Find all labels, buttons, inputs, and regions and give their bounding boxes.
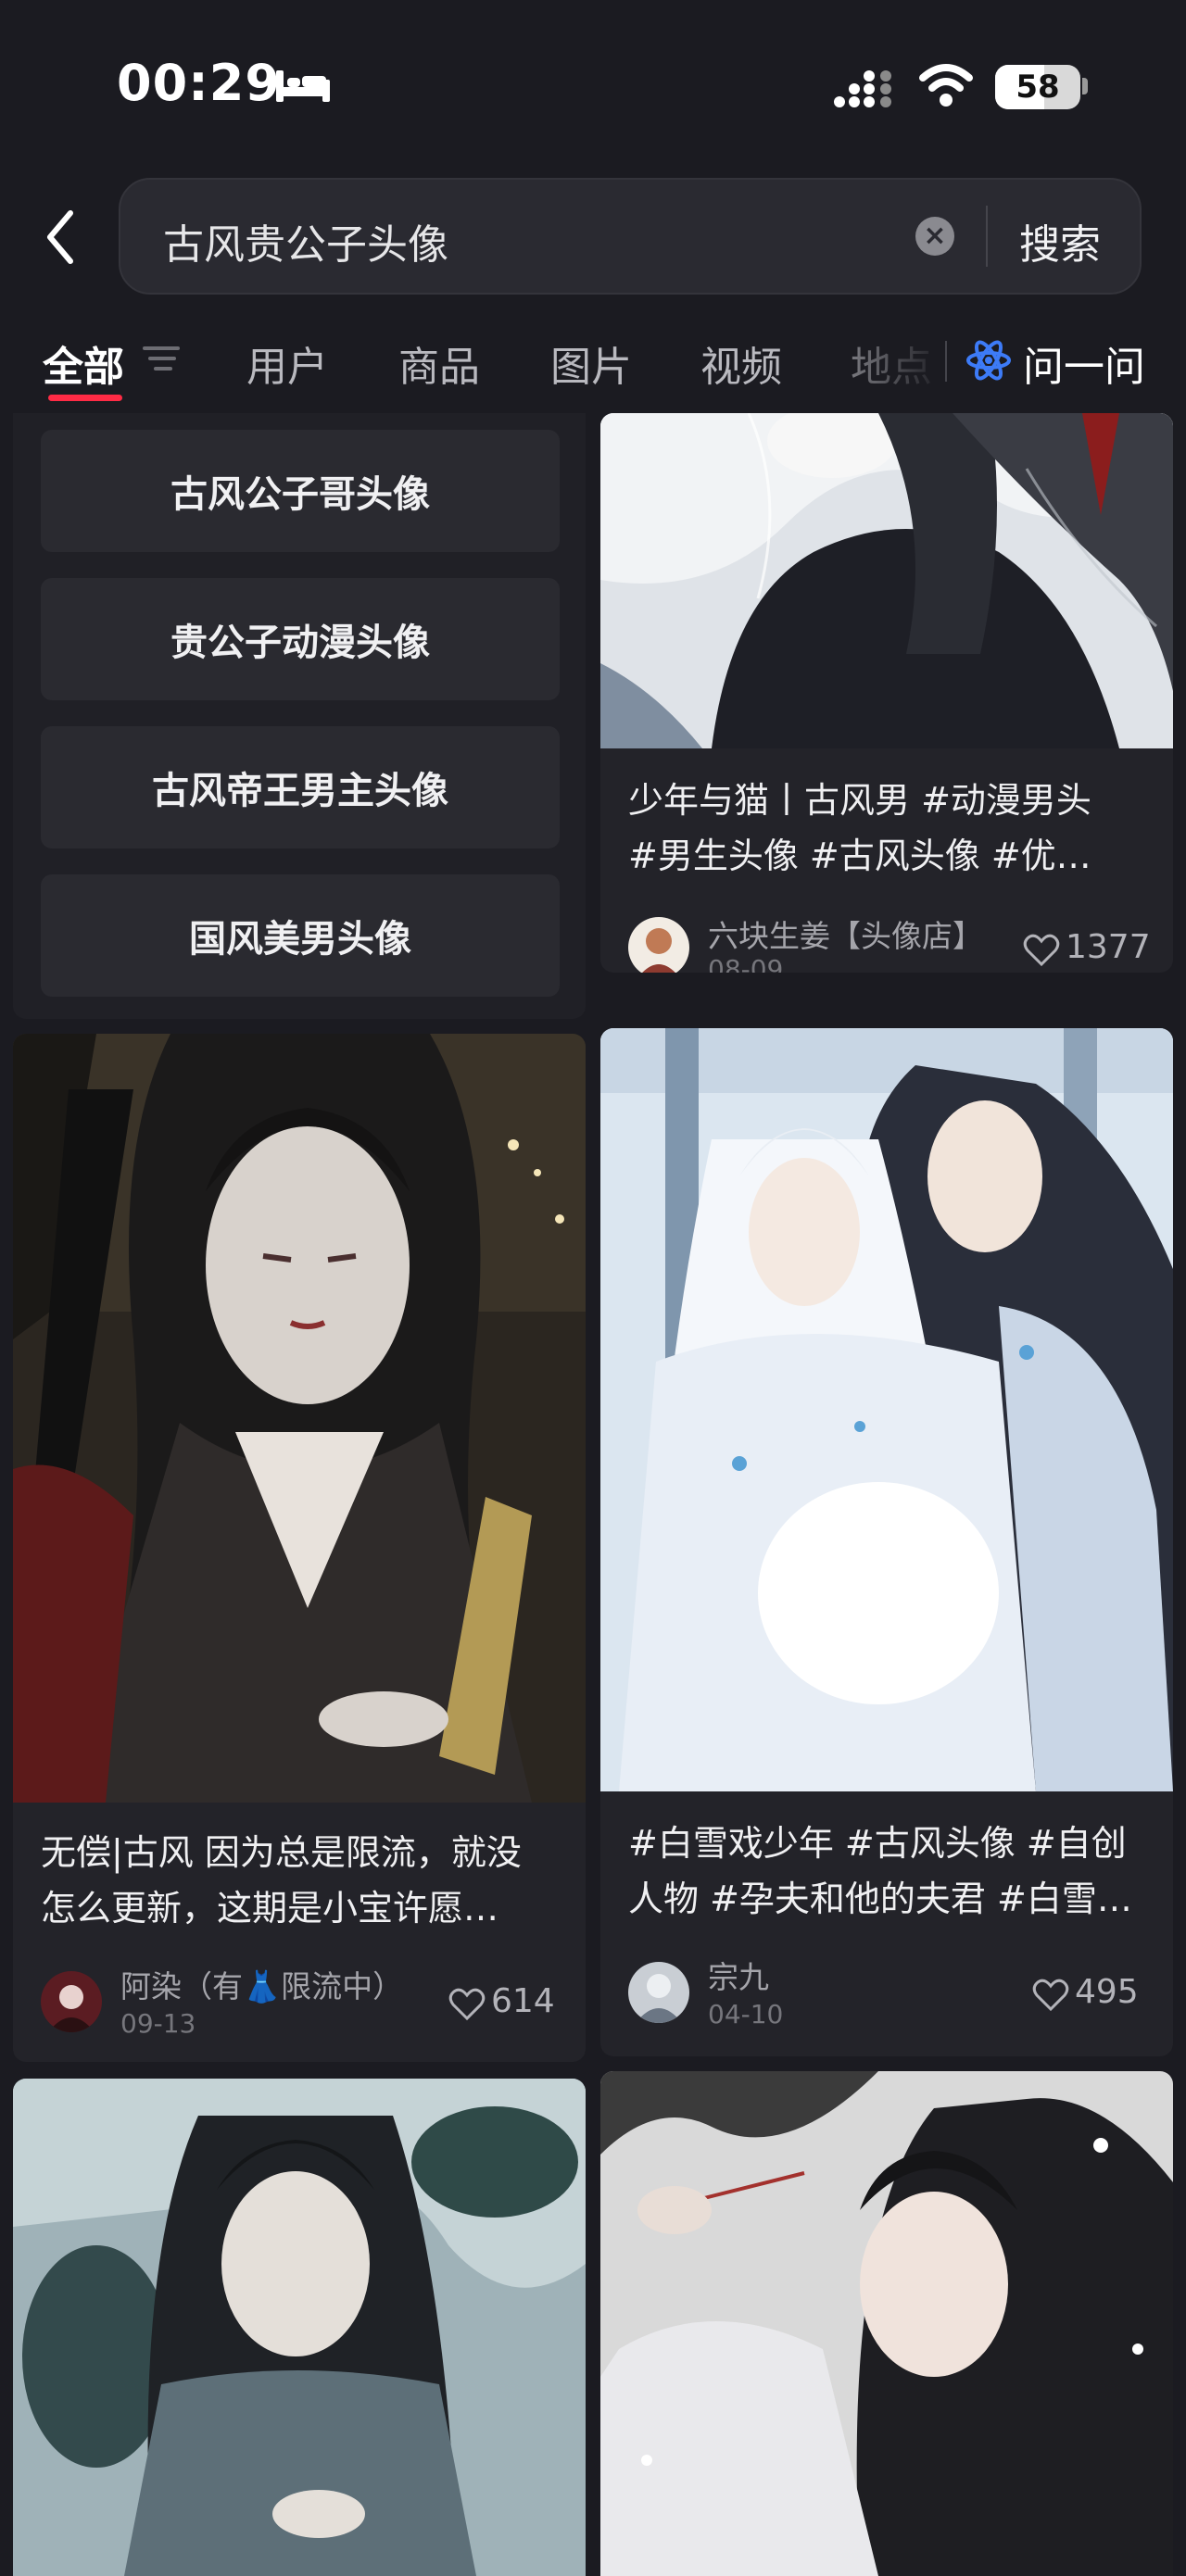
post-image[interactable] [13,1034,586,1803]
battery-nub [1082,78,1088,94]
author-avatar[interactable] [41,1971,102,2032]
post-date: 08-09 [708,954,784,973]
sleep-bed-icon [276,70,330,102]
suggestion-item[interactable]: 国风美男头像 [41,874,560,997]
post-date: 09-13 [120,2008,196,2039]
clear-search-button[interactable]: × [915,217,954,256]
suggestion-item[interactable]: 贵公子动漫头像 [41,578,560,700]
post-date: 04-10 [708,1999,784,2029]
post-image[interactable] [600,2071,1173,2576]
battery-percent: 58 [1016,69,1060,106]
ask-star-icon[interactable] [965,337,1012,383]
author-name[interactable]: 阿染（有👗限流中） [120,1962,403,2006]
post-title[interactable]: 无偿|古风 因为总是限流，就没 怎么更新，这期是小宝许愿… [41,1825,558,1936]
post-card[interactable]: 无偿|古风 因为总是限流，就没 怎么更新，这期是小宝许愿… 阿染（有👗限流中） … [13,1034,586,2062]
like-count: 1377 [1066,928,1151,966]
tab-images[interactable]: 图片 [550,333,632,393]
suggestion-item[interactable]: 古风帝王男主头像 [41,726,560,848]
back-chevron-icon[interactable] [41,206,85,269]
suggestion-item[interactable]: 古风公子哥头像 [41,430,560,552]
like-count: 614 [491,1982,555,2020]
cellular-signal-icon [834,70,891,107]
search-query-text[interactable]: 古风贵公子头像 [163,211,448,270]
author-avatar[interactable] [628,1962,689,2023]
battery-indicator: 58 [995,65,1080,109]
post-title[interactable]: #白雪戏少年 #古风头像 #自创 人物 #孕夫和他的夫君 #白雪… [628,1816,1145,1927]
status-time: 00:29 [117,54,281,112]
tab-all[interactable]: 全部 [43,333,124,393]
post-card[interactable] [13,2079,586,2576]
heart-icon[interactable] [1032,1979,1069,2012]
post-card[interactable]: 少年与猫丨古风男 #动漫男头 #男生头像 #古风头像 #优… 六块生姜【头像店】… [600,413,1173,973]
wifi-icon [919,64,973,107]
search-button[interactable]: 搜索 [1019,211,1101,270]
post-image[interactable] [13,2079,586,2576]
ask-button-label[interactable]: 问一问 [1023,333,1145,393]
author-name[interactable]: 宗九 [708,1953,769,1997]
author-avatar[interactable] [628,917,689,973]
search-divider [986,206,988,267]
post-title[interactable]: 少年与猫丨古风男 #动漫男头 #男生头像 #古风头像 #优… [628,773,1145,884]
active-tab-underline [48,395,122,401]
like-count: 495 [1075,1973,1139,2011]
tab-videos[interactable]: 视频 [700,333,782,393]
author-name[interactable]: 六块生姜【头像店】 [708,911,983,956]
tab-separator [945,341,947,382]
post-card[interactable] [600,2071,1173,2576]
heart-icon[interactable] [448,1988,486,2021]
filter-lines-icon[interactable] [141,343,182,374]
tab-users[interactable]: 用户 [246,333,328,393]
post-image[interactable] [600,413,1173,748]
close-icon: × [923,220,947,252]
heart-icon[interactable] [1023,934,1060,967]
post-image[interactable] [600,1028,1173,1791]
post-card[interactable]: #白雪戏少年 #古风头像 #自创 人物 #孕夫和他的夫君 #白雪… 宗九 04-… [600,1028,1173,2056]
tab-fade [834,324,973,398]
tab-products[interactable]: 商品 [398,333,480,393]
